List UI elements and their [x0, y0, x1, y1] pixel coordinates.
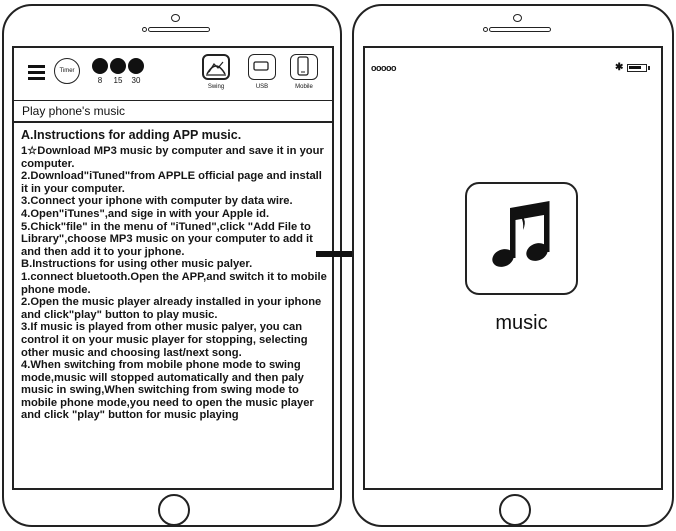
instructions-text: A.Instructions for adding APP music. 1☆D… [21, 128, 331, 422]
instruction-line: 1☆Download MP3 music by computer and sav… [21, 145, 324, 170]
usb-mode-label: USB [255, 84, 269, 90]
instruction-line: 1.connect bluetooth.Open the APP,and swi… [21, 270, 327, 296]
timer-30-label: 30 [131, 76, 141, 85]
timer-15-button[interactable] [110, 58, 126, 74]
music-note-icon [492, 201, 550, 267]
sensor-dot [142, 27, 147, 32]
mobile-mode-label: Mobile [295, 84, 313, 90]
instruction-line: 3.If music is played from other music pa… [21, 321, 308, 359]
earpiece-speaker [489, 27, 551, 32]
timer-label: Timer [59, 68, 75, 74]
instruction-section-heading: B.Instructions for using other music pal… [21, 258, 253, 271]
page-title: Play phone's music [22, 104, 126, 118]
mobile-icon [297, 56, 309, 76]
swing-mode-label: Swing [207, 84, 225, 90]
instruction-line: 5.Chick"file" in the menu of "iTuned",cl… [21, 220, 313, 258]
sensor-dot [483, 27, 488, 32]
right-screen: ooooo ✱ music [363, 46, 663, 490]
control-toolbar: Timer 8 15 30 Swing USB Mobile [14, 48, 332, 101]
home-button[interactable] [499, 494, 531, 526]
signal-indicator: ooooo [371, 63, 397, 73]
front-camera [171, 14, 180, 22]
title-divider [14, 121, 332, 123]
left-screen: Timer 8 15 30 Swing USB Mobile Play phon… [12, 46, 334, 490]
music-app-label: music [495, 312, 548, 334]
bluetooth-icon: ✱ [615, 62, 624, 73]
instruction-line: 4.When switching from mobile phone mode … [21, 359, 314, 422]
swing-icon [206, 61, 226, 76]
left-phone: Timer 8 15 30 Swing USB Mobile Play phon… [2, 4, 342, 527]
earpiece-speaker [148, 27, 210, 32]
right-phone: ooooo ✱ music [352, 4, 674, 527]
timer-15-label: 15 [113, 76, 123, 85]
timer-8-label: 8 [97, 76, 103, 85]
timer-button[interactable]: Timer [54, 58, 80, 84]
timer-8-button[interactable] [92, 58, 108, 74]
instruction-line: 2.Open the music player already installe… [21, 296, 322, 321]
battery-tip [648, 66, 650, 70]
timer-30-button[interactable] [128, 58, 144, 74]
usb-mode-button[interactable] [248, 54, 276, 80]
usb-icon [253, 61, 269, 71]
instruction-line: 4.Open"iTunes",and sige in with your App… [21, 207, 270, 220]
instructions-heading: A.Instructions for adding APP music. [21, 128, 242, 142]
instruction-line: 3.Connect your iphone with computer by d… [21, 195, 293, 208]
front-camera [513, 14, 522, 22]
mobile-mode-button[interactable] [290, 54, 318, 80]
instruction-line: 2.Download"iTuned"from APPLE official pa… [21, 170, 322, 195]
swing-mode-button[interactable] [202, 54, 230, 80]
battery-icon [627, 64, 647, 72]
menu-list-icon[interactable] [28, 65, 45, 80]
home-button[interactable] [158, 494, 190, 526]
music-app-button[interactable] [465, 182, 578, 295]
